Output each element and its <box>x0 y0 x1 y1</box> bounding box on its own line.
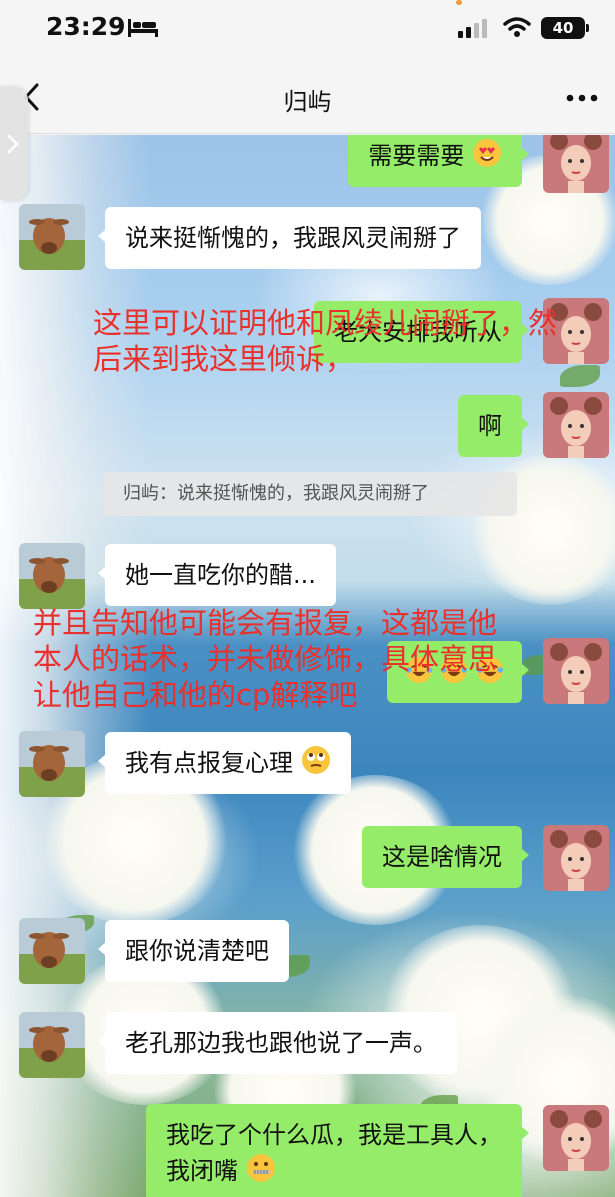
message-bubble-received[interactable]: 我有点报复心理 <box>98 732 351 794</box>
girl-avatar-icon <box>543 825 609 891</box>
contact-avatar[interactable] <box>19 543 85 609</box>
message-bubble-sent[interactable]: 需要需要 <box>348 135 529 187</box>
my-avatar[interactable] <box>543 638 609 704</box>
message-bubble-sent[interactable]: 这是啥情况 <box>362 826 529 888</box>
annotation-line: 本人的话术，并未做修饰，具体意思 <box>33 642 498 676</box>
annotation-line: 这里可以证明他和凤绫儿闹掰了，然 <box>93 306 558 340</box>
message-text: 跟你说清楚吧 <box>125 937 269 965</box>
message-bubble-received[interactable]: 跟你说清楚吧 <box>98 920 289 982</box>
contact-avatar[interactable] <box>19 204 85 270</box>
bed-icon <box>128 19 158 37</box>
quoted-message[interactable]: 归屿：说来挺惭愧的，我跟风灵闹掰了 <box>103 472 517 516</box>
chat-area[interactable]: 需要需要 说来挺惭愧的，我跟风灵闹掰了 老大安排我听从 这里可以证明他和凤绫儿闹… <box>0 135 615 1197</box>
side-panel-tab[interactable] <box>0 86 28 200</box>
girl-avatar-icon <box>543 392 609 458</box>
message-bubble-sent[interactable]: 啊 <box>458 395 529 457</box>
message-text: 需要需要 <box>368 142 465 170</box>
message-text: 我闭嘴 <box>166 1157 238 1185</box>
message-text: 我吃了个什么瓜，我是工具人， <box>166 1121 502 1149</box>
annotation-line: 并且告知他可能会有报复，这都是他 <box>33 606 498 640</box>
highland-cow-avatar-icon <box>19 731 85 797</box>
chat-title: 归屿 <box>283 88 332 116</box>
message-text: 说来挺惭愧的，我跟风灵闹掰了 <box>125 224 461 252</box>
message-text: 啊 <box>478 412 502 440</box>
annotation-line: 让他自己和他的cp解释吧 <box>33 678 358 712</box>
message-text: 这是啥情况 <box>382 843 502 871</box>
my-avatar[interactable] <box>543 825 609 891</box>
status-bar: 23:29 40 <box>0 0 615 58</box>
chevron-right-icon <box>7 134 19 154</box>
highland-cow-avatar-icon <box>19 204 85 270</box>
my-avatar[interactable] <box>543 392 609 458</box>
annotation-line: 后来到我这里倾诉， <box>93 342 355 376</box>
message-bubble-received[interactable]: 说来挺惭愧的，我跟风灵闹掰了 <box>98 207 481 269</box>
zipper-mouth-emoji <box>246 1154 275 1182</box>
highland-cow-avatar-icon <box>19 543 85 609</box>
status-time: 23:29 <box>46 12 126 41</box>
message-text: 她一直吃你的醋... <box>125 561 316 589</box>
message-bubble-received[interactable]: 老孔那边我也跟他说了一声。 <box>98 1012 457 1074</box>
highland-cow-avatar-icon <box>19 1012 85 1078</box>
signal-icon <box>458 19 487 38</box>
contact-avatar[interactable] <box>19 918 85 984</box>
rolling-eyes-emoji <box>301 746 330 774</box>
privacy-indicator <box>456 0 462 5</box>
wifi-icon <box>503 17 531 37</box>
girl-avatar-icon <box>543 1105 609 1171</box>
more-dots-icon[interactable] <box>566 94 598 102</box>
heart-eyes-emoji <box>473 139 501 167</box>
highland-cow-avatar-icon <box>19 918 85 984</box>
red-annotation: 这里可以证明他和凤绫儿闹掰了，然 后来到我这里倾诉， <box>93 305 557 377</box>
message-bubble-sent[interactable]: 我吃了个什么瓜，我是工具人， 我闭嘴 <box>146 1104 529 1197</box>
battery-indicator: 40 <box>541 17 585 39</box>
my-avatar[interactable] <box>543 135 609 193</box>
background-leaf <box>560 365 600 387</box>
red-annotation: 并且告知他可能会有报复，这都是他 本人的话术，并未做修饰，具体意思 让他自己和他… <box>33 605 497 713</box>
message-text: 我有点报复心理 <box>125 749 293 777</box>
message-text: 老孔那边我也跟他说了一声。 <box>125 1029 437 1057</box>
girl-avatar-icon <box>543 135 609 193</box>
battery-tip <box>586 24 589 32</box>
contact-avatar[interactable] <box>19 1012 85 1078</box>
my-avatar[interactable] <box>543 1105 609 1171</box>
message-bubble-received[interactable]: 她一直吃你的醋... <box>98 544 336 606</box>
girl-avatar-icon <box>543 638 609 704</box>
contact-avatar[interactable] <box>19 731 85 797</box>
nav-bar: 归屿 <box>0 58 615 134</box>
